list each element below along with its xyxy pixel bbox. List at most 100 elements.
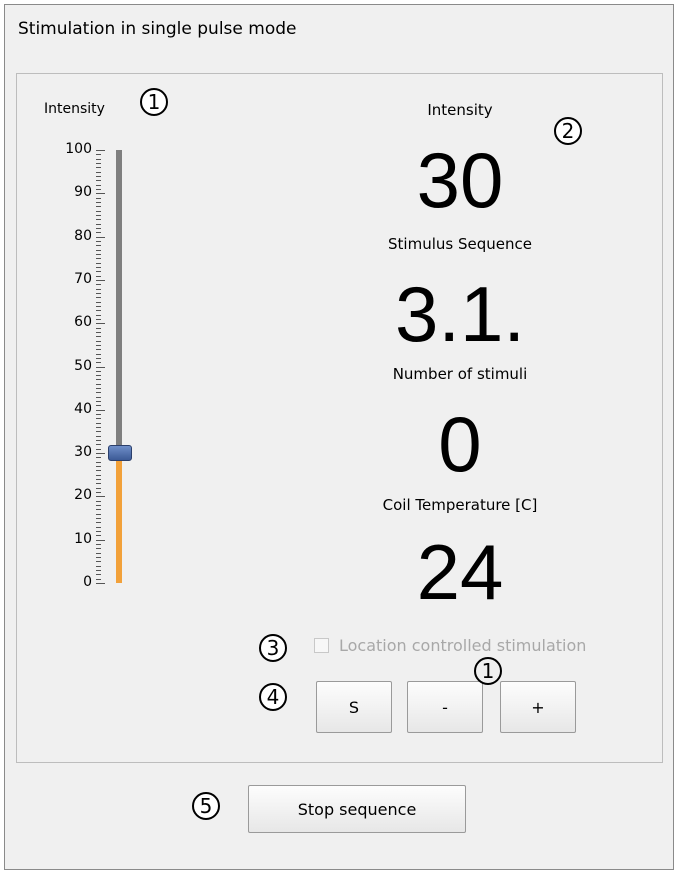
scale-tick <box>96 557 101 558</box>
scale-tick <box>96 302 101 303</box>
scale-tick <box>96 544 101 545</box>
scale-tick <box>96 362 101 363</box>
scale-label: 80 <box>74 227 92 244</box>
stimuli-count-label: Number of stimuli <box>392 365 528 383</box>
scale-label: 70 <box>74 270 92 287</box>
scale-tick <box>96 367 105 368</box>
scale-tick <box>96 193 105 194</box>
minus-button[interactable]: - <box>407 681 483 733</box>
scale-tick <box>96 328 101 329</box>
scale-tick <box>96 211 101 212</box>
s-button[interactable]: S <box>316 681 392 733</box>
scale-tick <box>96 561 101 562</box>
scale-tick <box>96 371 101 372</box>
intensity-readout-label: Intensity <box>427 101 493 119</box>
stop-sequence-button[interactable]: Stop sequence <box>248 785 466 833</box>
scale-tick <box>96 514 101 515</box>
location-control-label: Location controlled stimulation <box>339 636 587 655</box>
scale-tick <box>96 349 101 350</box>
scale-tick <box>96 384 101 385</box>
scale-tick <box>96 397 101 398</box>
location-control-checkbox[interactable] <box>314 638 329 653</box>
scale-tick <box>96 431 101 432</box>
scale-tick <box>96 258 101 259</box>
scale-tick <box>96 475 101 476</box>
window-title: Stimulation in single pulse mode <box>18 19 297 39</box>
scale-tick <box>96 237 105 238</box>
callout-4-buttons: 4 <box>259 683 287 711</box>
scale-tick <box>96 540 105 541</box>
scale-label: 60 <box>74 314 92 331</box>
scale-tick <box>96 289 101 290</box>
scale-tick <box>96 198 101 199</box>
scale-tick <box>96 280 105 281</box>
coil-temperature-value: 24 <box>416 528 504 616</box>
scale-tick <box>96 574 101 575</box>
intensity-readout-value: 30 <box>416 136 504 224</box>
scale-tick <box>96 401 101 402</box>
scale-label: 30 <box>74 444 92 461</box>
scale-tick <box>96 315 101 316</box>
scale-tick <box>96 263 101 264</box>
scale-tick <box>96 414 101 415</box>
intensity-slider-thumb[interactable] <box>108 445 132 462</box>
slider-track-filled[interactable] <box>116 453 122 583</box>
scale-tick <box>96 254 101 255</box>
scale-tick <box>96 206 101 207</box>
scale-tick <box>96 579 101 580</box>
scale-tick <box>96 405 101 406</box>
scale-tick <box>96 176 101 177</box>
plus-button[interactable]: + <box>500 681 576 733</box>
scale-tick <box>96 531 101 532</box>
scale-tick <box>96 323 105 324</box>
scale-tick <box>96 241 101 242</box>
scale-label: 10 <box>74 530 92 547</box>
scale-tick <box>96 505 101 506</box>
scale-tick <box>96 392 101 393</box>
scale-tick <box>96 332 101 333</box>
scale-label: 90 <box>74 184 92 201</box>
scale-tick <box>96 219 101 220</box>
scale-tick <box>96 375 101 376</box>
scale-label: 0 <box>83 574 92 590</box>
stimuli-count-value: 0 <box>438 400 482 488</box>
scale-tick <box>96 336 101 337</box>
scale-tick <box>96 501 101 502</box>
scale-tick <box>96 457 101 458</box>
scale-tick <box>96 310 101 311</box>
scale-tick <box>96 444 101 445</box>
scale-tick <box>96 583 105 584</box>
scale-label: 50 <box>74 357 92 374</box>
scale-tick <box>96 566 101 567</box>
scale-tick <box>96 276 101 277</box>
scale-tick <box>96 150 105 151</box>
scale-tick <box>96 518 101 519</box>
scale-tick <box>96 284 101 285</box>
scale-tick <box>96 479 101 480</box>
scale-tick <box>96 496 105 497</box>
scale-tick <box>96 553 101 554</box>
scale-tick <box>96 527 101 528</box>
location-control-row[interactable]: Location controlled stimulation <box>314 636 586 655</box>
scale-tick <box>96 232 101 233</box>
slider-track-unfilled[interactable] <box>116 150 122 454</box>
scale-label: 40 <box>74 400 92 417</box>
scale-tick <box>96 271 101 272</box>
scale-tick <box>96 163 101 164</box>
scale-tick <box>96 154 101 155</box>
callout-1-buttons: 1 <box>474 657 502 685</box>
scale-tick <box>96 466 101 467</box>
scale-tick <box>96 509 101 510</box>
scale-tick <box>96 245 101 246</box>
scale-tick <box>96 185 101 186</box>
scale-tick <box>96 358 101 359</box>
scale-tick <box>96 341 101 342</box>
scale-tick <box>96 224 101 225</box>
scale-tick <box>96 172 101 173</box>
scale-label: 100 <box>65 141 92 157</box>
scale-tick <box>96 548 101 549</box>
scale-tick <box>96 293 101 294</box>
scale-tick <box>96 379 101 380</box>
callout-1-slider: 1 <box>140 88 168 116</box>
scale-tick <box>96 410 105 411</box>
